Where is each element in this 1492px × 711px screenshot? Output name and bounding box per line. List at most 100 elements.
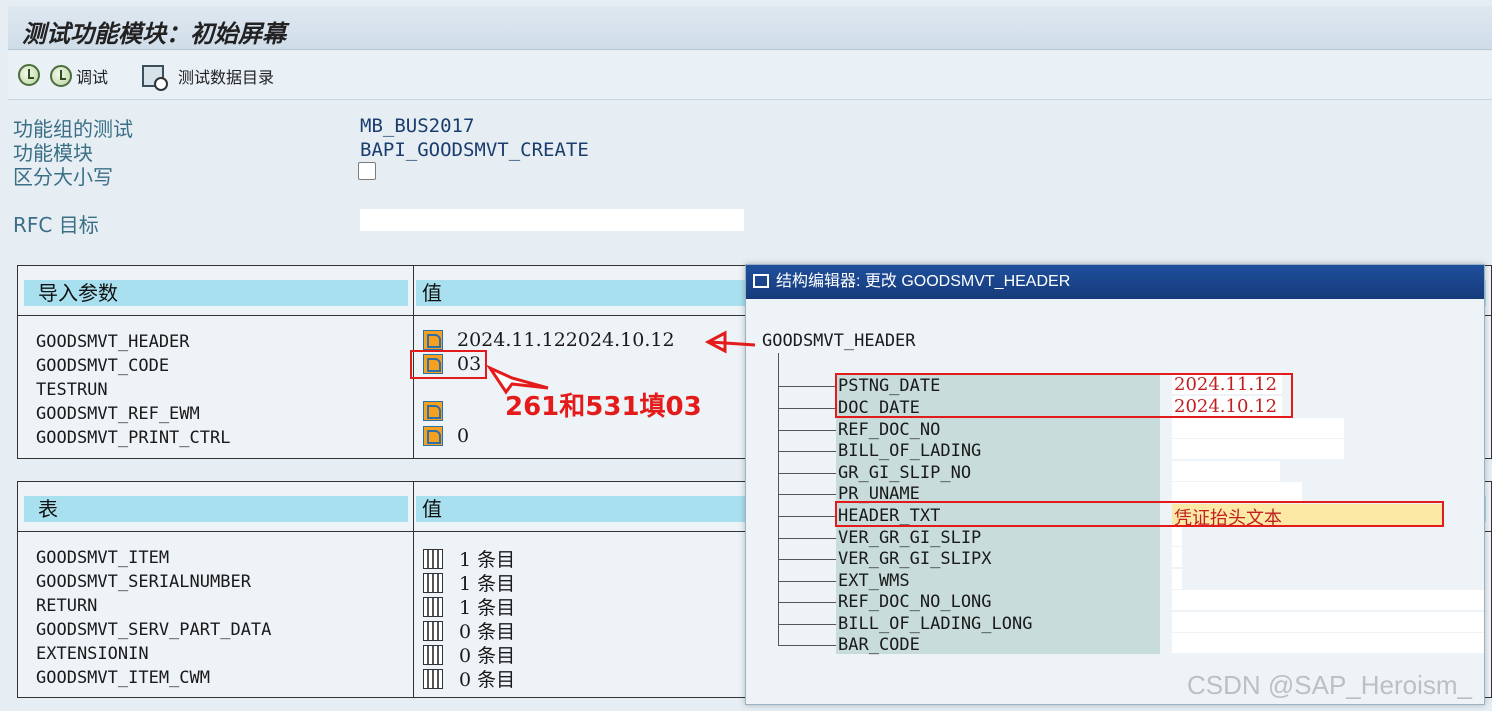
param-value: 0 bbox=[457, 425, 470, 447]
table-entry-count: 1 条目 bbox=[459, 597, 516, 619]
param-name: GOODSMVT_CODE bbox=[36, 356, 170, 376]
field-row: EXT_WMS bbox=[778, 570, 1478, 591]
field-row: VER_GR_GI_SLIPX bbox=[778, 548, 1478, 569]
structure-icon[interactable] bbox=[423, 426, 443, 446]
annotation-text: 261和531填03 bbox=[505, 392, 702, 422]
field-input-bill-of-lading-long[interactable] bbox=[1172, 612, 1484, 632]
field-input-ref-doc-no[interactable] bbox=[1172, 418, 1344, 438]
tree-branch bbox=[778, 408, 836, 409]
tree-root-node[interactable]: GOODSMVT_HEADER bbox=[762, 331, 916, 351]
table-icon[interactable] bbox=[423, 620, 443, 641]
field-name: VER_GR_GI_SLIP bbox=[838, 528, 982, 548]
param-name: GOODSMVT_HEADER bbox=[36, 332, 190, 352]
dialog-title: 结构编辑器: 更改 GOODSMVT_HEADER bbox=[776, 273, 1071, 290]
param-value-row[interactable] bbox=[423, 401, 457, 421]
table-icon[interactable] bbox=[423, 668, 443, 689]
tree-branch bbox=[778, 645, 836, 646]
execute-button[interactable] bbox=[18, 64, 44, 86]
tree-branch bbox=[778, 538, 836, 539]
import-params-header: 导入参数 bbox=[24, 280, 408, 306]
table-value-row[interactable]: 1 条目 bbox=[423, 593, 515, 620]
edit-window-icon bbox=[753, 274, 769, 288]
field-name: REF_DOC_NO bbox=[838, 420, 941, 440]
param-value: 2024.11.122024.10.12 bbox=[457, 329, 675, 351]
table-value-row[interactable]: 1 条目 bbox=[423, 569, 515, 596]
window-title-bar: 测试功能模块：初始屏幕 bbox=[8, 6, 1492, 50]
tree-branch bbox=[778, 516, 836, 517]
structure-icon[interactable] bbox=[423, 330, 443, 350]
field-name: REF_DOC_NO_LONG bbox=[838, 592, 992, 612]
field-row: REF_DOC_NO bbox=[778, 419, 1478, 440]
debug-label: 调试 bbox=[76, 68, 109, 87]
field-row: BILL_OF_LADING bbox=[778, 440, 1478, 461]
field-input-bar-code[interactable] bbox=[1172, 633, 1484, 653]
tree-branch bbox=[778, 602, 836, 603]
column-divider bbox=[413, 482, 414, 697]
field-input-bill-of-lading[interactable] bbox=[1172, 439, 1344, 459]
test-data-directory-label: 测试数据目录 bbox=[178, 68, 275, 87]
structure-editor-dialog: 结构编辑器: 更改 GOODSMVT_HEADER GOODSMVT_HEADE… bbox=[745, 264, 1485, 705]
structure-icon[interactable] bbox=[423, 401, 443, 421]
table-entry-count: 0 条目 bbox=[459, 669, 516, 691]
field-input-ver-gr-gi-slip[interactable] bbox=[1172, 526, 1182, 546]
tree-branch bbox=[778, 559, 836, 560]
table-value-row[interactable]: 0 条目 bbox=[423, 617, 515, 644]
tree-branch bbox=[778, 430, 836, 431]
tree-branch bbox=[778, 473, 836, 474]
param-value-row[interactable]: 2024.11.122024.10.12 bbox=[423, 329, 675, 351]
debug-execute-icon bbox=[50, 65, 72, 87]
header-text-highlight bbox=[835, 501, 1444, 527]
field-input-gr-gi-slip-no[interactable] bbox=[1172, 461, 1280, 481]
field-row: GR_GI_SLIP_NO bbox=[778, 462, 1478, 483]
field-name: GR_GI_SLIP_NO bbox=[838, 463, 972, 483]
param-value-row[interactable]: 0 bbox=[423, 425, 469, 447]
goodsmvt-code-highlight bbox=[410, 350, 487, 379]
toolbar: 调试 测试数据目录 bbox=[8, 52, 1492, 100]
table-entry-count: 1 条目 bbox=[459, 549, 516, 571]
field-name: BILL_OF_LADING_LONG bbox=[838, 614, 1033, 634]
tree-branch bbox=[778, 581, 836, 582]
table-name: GOODSMVT_ITEM_CWM bbox=[36, 668, 210, 688]
field-input-ext-wms[interactable] bbox=[1172, 569, 1182, 589]
param-name: GOODSMVT_PRINT_CTRL bbox=[36, 428, 231, 448]
case-sensitive-label: 区分大小写 bbox=[13, 165, 113, 189]
table-entry-count: 0 条目 bbox=[459, 645, 516, 667]
table-name: GOODSMVT_ITEM bbox=[36, 548, 170, 568]
function-group-value: MB_BUS2017 bbox=[360, 115, 475, 137]
test-data-directory-icon bbox=[142, 65, 168, 91]
date-fields-highlight bbox=[835, 373, 1293, 418]
page-title: 测试功能模块：初始屏幕 bbox=[22, 20, 286, 48]
table-entry-count: 0 条目 bbox=[459, 621, 516, 643]
param-name: GOODSMVT_REF_EWM bbox=[36, 404, 200, 424]
case-sensitive-checkbox[interactable] bbox=[358, 162, 376, 180]
field-input-pr-uname[interactable] bbox=[1172, 482, 1302, 502]
field-name: VER_GR_GI_SLIPX bbox=[838, 549, 992, 569]
field-input-ver-gr-gi-slipx[interactable] bbox=[1172, 547, 1182, 567]
execute-icon bbox=[18, 64, 40, 86]
tables-header: 表 bbox=[24, 496, 408, 522]
field-name: BAR_CODE bbox=[838, 635, 920, 655]
table-name: RETURN bbox=[36, 596, 98, 616]
dialog-title-bar: 结构编辑器: 更改 GOODSMVT_HEADER bbox=[746, 265, 1484, 299]
table-icon[interactable] bbox=[423, 644, 443, 665]
table-name: GOODSMVT_SERIALNUMBER bbox=[36, 572, 251, 592]
field-name: BILL_OF_LADING bbox=[838, 441, 982, 461]
tree-branch bbox=[778, 624, 836, 625]
rfc-destination-label: RFC 目标 bbox=[13, 213, 99, 237]
debug-button[interactable]: 调试 bbox=[50, 64, 108, 88]
table-icon[interactable] bbox=[423, 572, 443, 593]
field-row: VER_GR_GI_SLIP bbox=[778, 527, 1478, 548]
table-value-row[interactable]: 0 条目 bbox=[423, 665, 515, 692]
table-name: GOODSMVT_SERV_PART_DATA bbox=[36, 620, 272, 640]
tree-branch bbox=[778, 451, 836, 452]
table-icon[interactable] bbox=[423, 548, 443, 569]
table-value-row[interactable]: 1 条目 bbox=[423, 545, 515, 572]
table-value-row[interactable]: 0 条目 bbox=[423, 641, 515, 668]
table-icon[interactable] bbox=[423, 596, 443, 617]
test-data-directory-button[interactable]: 测试数据目录 bbox=[142, 64, 275, 91]
field-input-ref-doc-no-long[interactable] bbox=[1172, 590, 1484, 610]
tree-branch bbox=[778, 494, 836, 495]
watermark: CSDN @SAP_Heroism_ bbox=[1186, 670, 1472, 700]
rfc-destination-input[interactable] bbox=[360, 209, 744, 231]
tree-branch bbox=[778, 386, 836, 387]
